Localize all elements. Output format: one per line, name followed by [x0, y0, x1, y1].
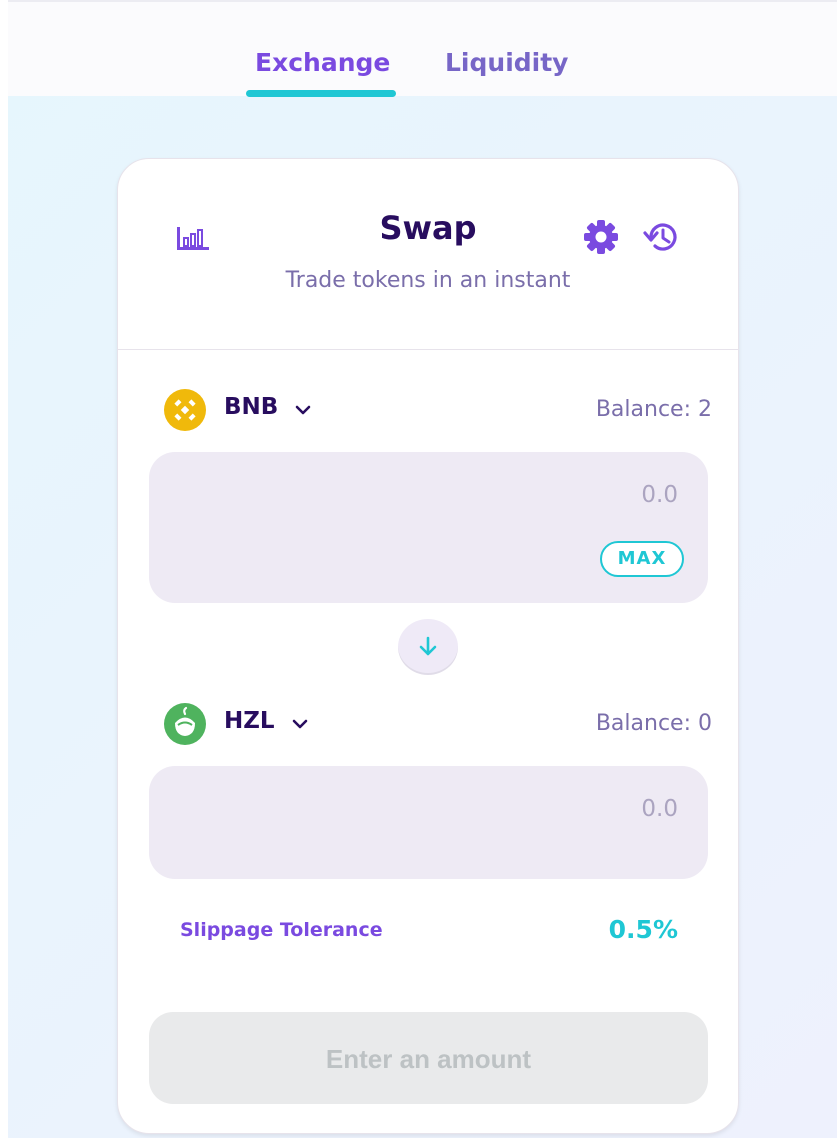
- to-amount-panel[interactable]: 0.0: [149, 766, 708, 879]
- active-tab-indicator: [246, 90, 396, 97]
- top-nav: Exchange Liquidity: [8, 0, 837, 97]
- slippage-value[interactable]: 0.5%: [609, 915, 678, 944]
- max-button[interactable]: MAX: [600, 541, 684, 577]
- from-amount-input[interactable]: 0.0: [641, 482, 678, 508]
- slippage-label: Slippage Tolerance: [180, 919, 383, 941]
- enter-amount-button[interactable]: Enter an amount: [149, 1012, 708, 1104]
- chevron-down-icon[interactable]: [294, 403, 312, 417]
- arrow-down-icon: [419, 636, 437, 656]
- swap-direction-button[interactable]: [398, 619, 458, 675]
- gear-icon[interactable]: [581, 217, 621, 257]
- from-balance: Balance: 2: [595, 397, 712, 422]
- swap-subtitle: Trade tokens in an instant: [285, 268, 571, 293]
- to-token-row: HZL Balance: 0: [164, 703, 712, 747]
- history-icon[interactable]: [642, 217, 682, 257]
- from-amount-panel[interactable]: 0.0 MAX: [149, 452, 708, 603]
- from-token-row: BNB Balance: 2: [164, 389, 712, 433]
- swap-card: Swap Trade tokens in an instant BNB Bala…: [117, 158, 739, 1134]
- tab-liquidity[interactable]: Liquidity: [445, 46, 568, 80]
- bnb-coin-icon[interactable]: [164, 389, 206, 431]
- page-edge: [0, 0, 8, 1138]
- to-amount-input[interactable]: 0.0: [641, 796, 678, 822]
- tab-exchange[interactable]: Exchange: [255, 46, 390, 80]
- swap-card-header: Swap Trade tokens in an instant: [118, 159, 738, 350]
- hzl-coin-icon[interactable]: [164, 703, 206, 745]
- to-balance: Balance: 0: [595, 711, 712, 736]
- from-token-symbol[interactable]: BNB: [224, 394, 278, 420]
- chevron-down-icon[interactable]: [291, 717, 309, 731]
- to-token-symbol[interactable]: HZL: [224, 708, 275, 734]
